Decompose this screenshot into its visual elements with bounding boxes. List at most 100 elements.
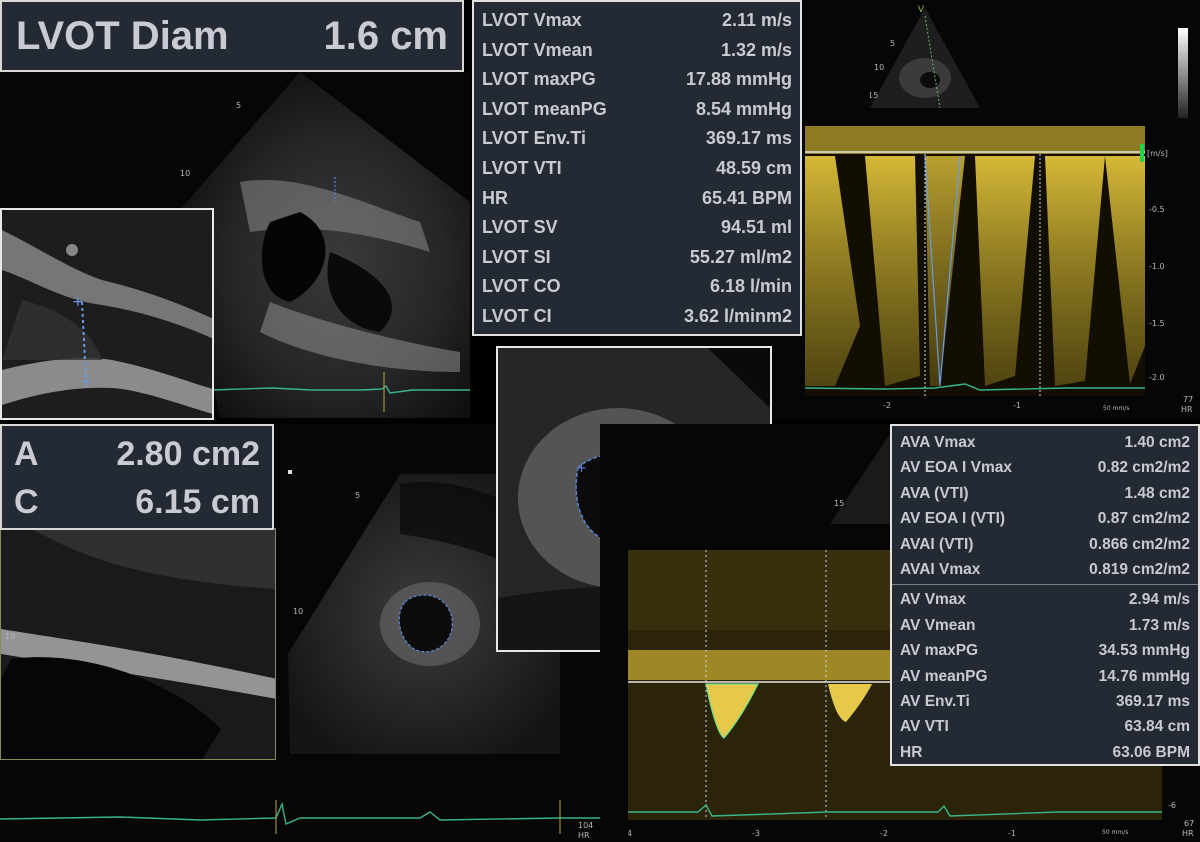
av-measurements-panel: AVA Vmax 1.40 cm2 AV EOA I Vmax 0.82 cm2/m2… <box>890 424 1200 766</box>
ava-measurement-label: AV EOA I Vmax <box>900 459 1012 477</box>
lvot-measurement-value: 55.27 ml/m2 <box>689 246 792 267</box>
ava-measurement-value: 0.82 cm2/m2 <box>1097 459 1190 477</box>
grayscale-bar <box>1178 28 1188 118</box>
lvot-measurement-row: LVOT CI 3.62 l/minm2 <box>482 302 792 332</box>
av-measurement-value: 369.17 ms <box>1115 693 1190 711</box>
lvot-measurement-row: LVOT SI 55.27 ml/m2 <box>482 243 792 273</box>
doppler-bottom-xtick-1: -4 <box>628 829 632 838</box>
ecg-bottom-left-hr-label: HR <box>578 831 590 840</box>
av-measurement-value: 63.06 BPM <box>1112 743 1190 761</box>
lvot-measurement-row: LVOT Vmean 1.32 m/s <box>482 36 792 66</box>
lvot-measurement-row: LVOT VTI 48.59 cm <box>482 154 792 184</box>
ava-measurement-row: AV EOA I Vmax 0.82 cm2/m2 <box>900 455 1190 480</box>
ava-measurement-row: AV EOA I (VTI) 0.87 cm2/m2 <box>900 506 1190 531</box>
lvot-measurement-label: LVOT CI <box>482 305 552 326</box>
depth-mark-10: 10 <box>180 169 190 178</box>
av-measurement-row: AV meanPG 14.76 mmHg <box>900 664 1190 689</box>
lvot-measurement-label: LVOT VTI <box>482 157 562 178</box>
doppler-top-v-marker: V <box>918 4 925 14</box>
lvot-measurement-rows: LVOT Vmax 2.11 m/s LVOT Vmean 1.32 m/s LVOT … <box>482 6 792 332</box>
av-measurement-row: HR 63.06 BPM <box>900 740 1190 765</box>
lvot-measurement-label: LVOT Vmax <box>482 10 582 30</box>
circumference-row: C 6.15 cm <box>14 478 260 526</box>
area-circ-box: A 2.80 cm2 C 6.15 cm <box>0 424 274 530</box>
ava-measurement-row: AVA (VTI) 1.48 cm2 <box>900 481 1190 506</box>
lvot-measurement-value: 6.18 l/min <box>709 276 792 297</box>
doppler-top-xtick-2: -1 <box>1013 401 1021 410</box>
av-measurement-value: 2.94 m/s <box>1128 591 1190 609</box>
lvot-measurement-value: 1.32 m/s <box>720 39 792 60</box>
ava-measurement-label: AV EOA I (VTI) <box>900 510 1006 528</box>
ava-measurement-value: 1.40 cm2 <box>1124 434 1191 451</box>
area-value: 2.80 cm2 <box>116 435 260 473</box>
ava-measurement-value: 0.819 cm2/m2 <box>1089 561 1190 579</box>
ecg-trace-top-left <box>212 372 470 412</box>
ava-measurement-label: AVAI Vmax <box>900 561 981 579</box>
lvot-measurement-value: 65.41 BPM <box>701 187 792 208</box>
lvot-measurement-value: 8.54 mmHg <box>695 98 792 119</box>
depth-mark-5: 5 <box>236 101 241 110</box>
av-measurement-row: AV Vmax 2.94 m/s <box>900 587 1190 612</box>
ava-measurement-row: AVAI Vmax 0.819 cm2/m2 <box>900 557 1190 582</box>
ava-measurement-label: AVA Vmax <box>900 434 976 451</box>
doppler-bottom-sweep: 50 mm/s <box>1102 829 1128 836</box>
svg-text:+: + <box>72 294 84 310</box>
lvot-measurement-value: 94.51 ml <box>720 217 792 238</box>
ava-measurement-rows: AVA Vmax 1.40 cm2 AV EOA I Vmax 0.82 cm2/m2… <box>900 430 1190 582</box>
svg-text:+: + <box>576 461 587 476</box>
av-measurement-row: AV VTI 63.84 cm <box>900 714 1190 739</box>
av-measurement-row: AV maxPG 34.53 mmHg <box>900 638 1190 663</box>
lvot-zoom-image: + + <box>2 210 212 418</box>
ava-measurement-value: 0.866 cm2/m2 <box>1089 535 1190 553</box>
lvot-measurement-row: LVOT Env.Ti 369.17 ms <box>482 124 792 154</box>
lvot-diam-box: LVOT Diam 1.6 cm <box>0 0 464 72</box>
lvot-diam-value: 1.6 cm <box>323 13 448 58</box>
svg-text:+: + <box>80 374 92 390</box>
av-measurement-rows: AV Vmax 2.94 m/s AV Vmean 1.73 m/s AV maxPG 3… <box>900 587 1190 765</box>
doppler-top-hr-label: HR <box>1181 405 1193 414</box>
lvot-measurement-label: LVOT SI <box>482 246 551 267</box>
doppler-top-ytick-1: -0.5 <box>1149 205 1165 214</box>
av-panel-divider <box>892 584 1198 586</box>
ava-measurement-label: AVA (VTI) <box>900 484 969 502</box>
doppler-top-ytick-4: -2.0 <box>1149 373 1165 382</box>
ava-measurement-value: 0.87 cm2/m2 <box>1097 510 1190 528</box>
av-measurement-label: AV Vmax <box>900 591 967 609</box>
lvot-measurements-panel: LVOT Vmax 2.11 m/s LVOT Vmean 1.32 m/s LVOT … <box>472 0 802 336</box>
lvot-measurement-row: LVOT CO 6.18 l/min <box>482 272 792 302</box>
av-measurement-value: 63.84 cm <box>1124 718 1191 736</box>
lvot-measurement-value: 2.11 m/s <box>721 10 792 30</box>
av-measurement-label: HR <box>900 743 923 761</box>
doppler-bottom-hr-value: 67 <box>1184 819 1194 828</box>
av-measurement-row: AV Vmean 1.73 m/s <box>900 613 1190 638</box>
lvot-measurement-label: LVOT CO <box>482 276 561 297</box>
av-measurement-label: AV maxPG <box>900 642 979 660</box>
lvot-zoom-bottom: 10 <box>0 528 276 760</box>
doppler-bottom-xtick-3: -2 <box>880 829 888 838</box>
doppler-bottom-ytick-1: -6 <box>1168 801 1176 810</box>
av-measurement-value: 1.73 m/s <box>1128 616 1190 634</box>
svg-text:10: 10 <box>293 607 303 616</box>
lvot-measurement-row: HR 65.41 BPM <box>482 184 792 214</box>
doppler-top-hr-value: 77 <box>1183 395 1193 404</box>
doppler-top-ytick-2: -1.0 <box>1149 262 1165 271</box>
lvot-measurement-label: LVOT SV <box>482 217 558 238</box>
doppler-bottom-xtick-2: -3 <box>752 829 760 838</box>
av-measurement-label: AV VTI <box>900 718 949 736</box>
av-measurement-label: AV Env.Ti <box>900 693 970 711</box>
ecg-bottom-left-hr-value: 104 <box>578 821 593 830</box>
lvot-zoom-inset: + + <box>0 208 214 420</box>
area-row: A 2.80 cm2 <box>14 430 260 478</box>
doppler-bottom-hr-label: HR <box>1182 829 1194 838</box>
circumference-key: C <box>14 483 39 521</box>
doppler-top-ytick-3: -1.5 <box>1149 319 1165 328</box>
lvot-measurement-value: 3.62 l/minm2 <box>683 305 792 326</box>
svg-text:10: 10 <box>5 632 15 641</box>
lvot-measurement-value: 48.59 cm <box>715 157 792 178</box>
lvot-measurement-label: LVOT meanPG <box>482 98 607 119</box>
svg-text:10: 10 <box>874 63 884 72</box>
lvot-measurement-row: LVOT Vmax 2.11 m/s <box>482 6 792 36</box>
lvot-measurement-label: LVOT maxPG <box>482 69 596 90</box>
circumference-value: 6.15 cm <box>135 483 260 521</box>
ava-measurement-row: AVA Vmax 1.40 cm2 <box>900 430 1190 455</box>
